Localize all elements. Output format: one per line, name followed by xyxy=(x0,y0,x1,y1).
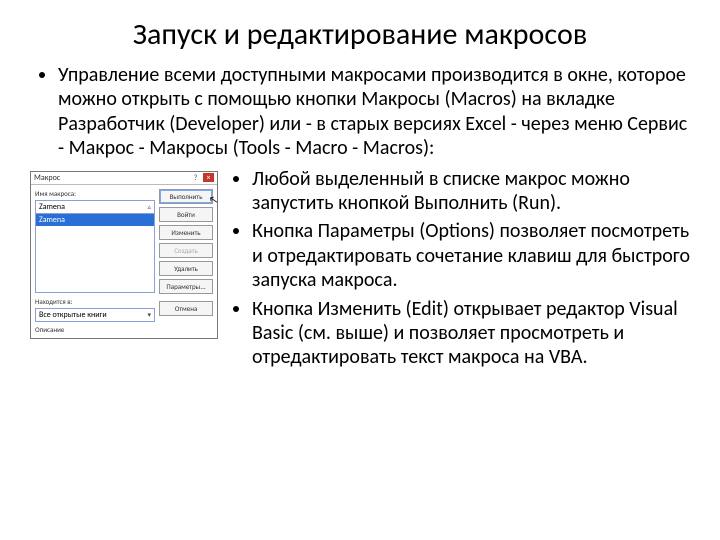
in-label: Находится в: xyxy=(35,297,155,306)
outer-list: Управление всеми доступными макросами пр… xyxy=(30,63,690,161)
slide-title: Запуск и редактирование макросов xyxy=(30,16,690,53)
name-label: Имя макроса: xyxy=(35,189,155,198)
dialog-title-text: Макрос xyxy=(34,173,60,183)
inner-list: Любой выделенный в списке макрос можно з… xyxy=(228,167,690,374)
cursor-icon: ↖ xyxy=(208,192,219,206)
dialog-titlebar: Макрос ? × xyxy=(31,172,217,185)
inner-bullet-1: Любой выделенный в списке макрос можно з… xyxy=(252,167,690,216)
delete-button[interactable]: Удалить xyxy=(159,261,213,276)
in-value: Все открытые книги xyxy=(39,310,107,320)
edit-button[interactable]: Изменить xyxy=(159,225,213,240)
list-item[interactable]: Zamena xyxy=(36,214,154,226)
in-field[interactable]: Все открытые книги ▾ xyxy=(35,308,155,322)
create-button[interactable]: Создать xyxy=(159,243,213,258)
cancel-button[interactable]: Отмена xyxy=(159,301,213,316)
help-icon[interactable]: ? xyxy=(190,173,201,182)
options-button[interactable]: Параметры... xyxy=(159,279,213,294)
macro-list[interactable]: Zamena xyxy=(35,214,155,293)
dropdown-icon: ▵ xyxy=(147,202,151,211)
step-button[interactable]: Войти xyxy=(159,207,213,222)
run-button[interactable]: Выполнить ↖ xyxy=(159,189,213,204)
inner-bullet-3: Кнопка Изменить (Edit) открывает редакто… xyxy=(252,297,690,370)
dialog-screenshot: Макрос ? × Имя макроса: Zamena ▵ xyxy=(30,171,218,339)
name-field[interactable]: Zamena ▵ xyxy=(35,200,155,214)
desc-label: Описание xyxy=(35,325,155,334)
name-value: Zamena xyxy=(39,202,65,212)
chevron-down-icon: ▾ xyxy=(147,310,151,319)
intro-bullet: Управление всеми доступными макросами пр… xyxy=(58,63,690,161)
inner-bullet-2: Кнопка Параметры (Options) позволяет пос… xyxy=(252,219,690,292)
close-icon[interactable]: × xyxy=(203,173,214,182)
